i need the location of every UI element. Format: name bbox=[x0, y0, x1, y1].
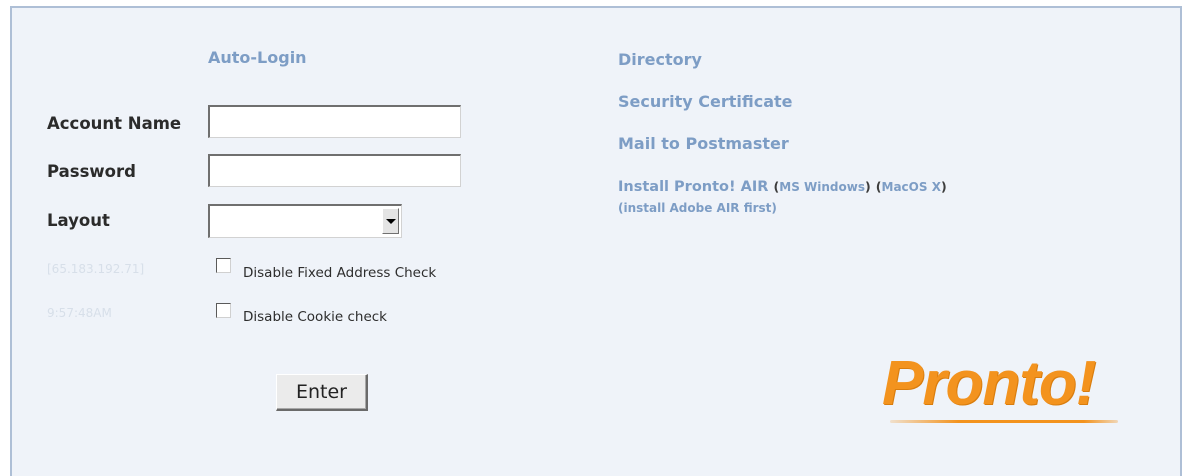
close-paren: ) bbox=[864, 179, 871, 194]
layout-select[interactable] bbox=[208, 204, 402, 238]
ip-address-text: [65.183.192.71] bbox=[47, 262, 145, 276]
pronto-logo-text: Pronto! bbox=[882, 349, 1096, 418]
close-paren-2: ) bbox=[940, 179, 947, 194]
chevron-down-icon[interactable] bbox=[382, 208, 399, 234]
directory-link[interactable]: Directory bbox=[618, 50, 702, 69]
install-adobe-air-link[interactable]: (install Adobe AIR first) bbox=[618, 201, 777, 215]
account-name-label: Account Name bbox=[47, 114, 182, 133]
password-input[interactable] bbox=[208, 154, 461, 187]
disable-fixed-address-checkbox[interactable] bbox=[216, 258, 231, 273]
password-label: Password bbox=[47, 162, 136, 181]
mail-to-postmaster-link[interactable]: Mail to Postmaster bbox=[618, 134, 789, 153]
pronto-logo: Pronto! bbox=[876, 346, 1156, 436]
auto-login-link[interactable]: Auto-Login bbox=[208, 48, 307, 67]
macos-x-link[interactable]: MacOS X bbox=[882, 180, 941, 194]
disable-cookie-label[interactable]: Disable Cookie check bbox=[243, 309, 387, 325]
disable-fixed-address-label[interactable]: Disable Fixed Address Check bbox=[243, 265, 436, 281]
logo-underline bbox=[890, 420, 1118, 423]
time-text: 9:57:48AM bbox=[47, 306, 112, 320]
enter-button[interactable]: Enter bbox=[276, 374, 368, 411]
security-certificate-link[interactable]: Security Certificate bbox=[618, 92, 793, 111]
install-air-row: Install Pronto! AIR (MS Windows) (MacOS … bbox=[618, 176, 947, 195]
install-pronto-air-link[interactable]: Install Pronto! AIR bbox=[618, 179, 768, 195]
disable-cookie-checkbox[interactable] bbox=[216, 303, 231, 318]
ms-windows-link[interactable]: MS Windows bbox=[779, 180, 865, 194]
layout-label: Layout bbox=[47, 211, 110, 230]
account-name-input[interactable] bbox=[208, 105, 461, 138]
